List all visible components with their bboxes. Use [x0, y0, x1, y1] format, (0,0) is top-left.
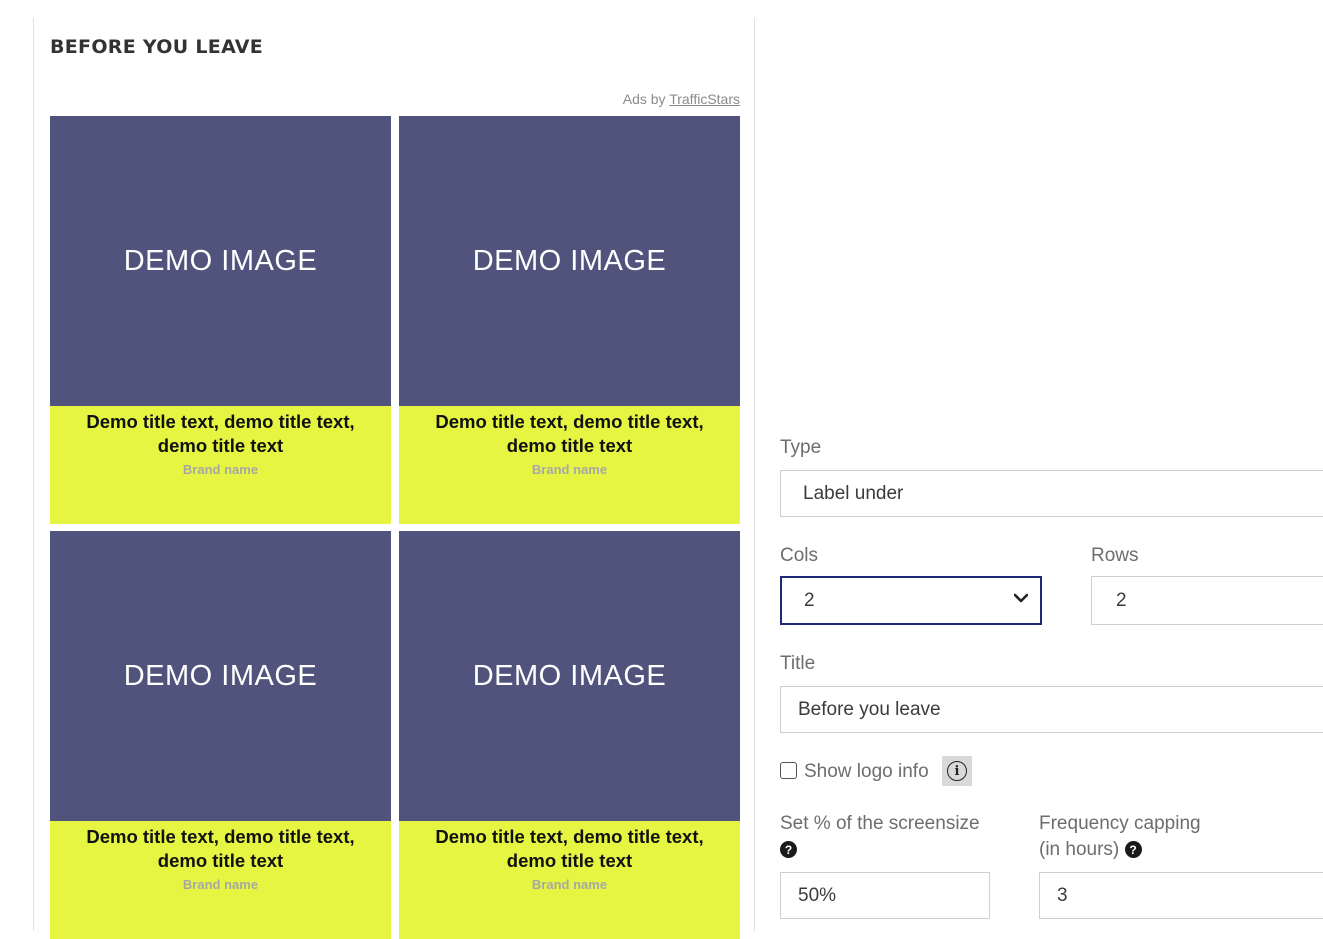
frequency-input[interactable]: 3: [1039, 872, 1323, 919]
ad-title: Demo title text, demo title text, demo ti…: [86, 826, 355, 871]
ad-title: Demo title text, demo title text, demo ti…: [86, 411, 355, 456]
frequency-label: Frequency capping: [1039, 813, 1201, 834]
type-label: Type: [780, 437, 822, 458]
ad-card[interactable]: DEMO IMAGE Demo title text, demo title t…: [399, 531, 740, 939]
screensize-label: Set % of the screensize: [780, 813, 980, 834]
ads-by-text: Ads by: [622, 91, 666, 107]
question-circle-icon[interactable]: ?: [1124, 841, 1142, 859]
ad-demo-image[interactable]: DEMO IMAGE: [50, 531, 391, 821]
ad-card[interactable]: DEMO IMAGE Demo title text, demo title t…: [50, 116, 391, 524]
ad-title: Demo title text, demo title text, demo ti…: [435, 411, 704, 456]
ad-brand-name: Brand name: [531, 877, 608, 892]
ads-by-label: Ads by TrafficStars: [623, 91, 740, 107]
ad-demo-image[interactable]: DEMO IMAGE: [399, 531, 740, 821]
frequency-label-unit: (in hours) ?: [1039, 839, 1142, 861]
ad-brand-name: Brand name: [182, 877, 259, 892]
rows-select[interactable]: 2: [1091, 576, 1323, 625]
ad-card[interactable]: DEMO IMAGE Demo title text, demo title t…: [399, 116, 740, 524]
title-input[interactable]: Before you leave: [780, 686, 1323, 733]
ad-brand-name: Brand name: [182, 462, 259, 477]
cols-label: Cols: [780, 545, 819, 566]
screensize-input[interactable]: 50%: [780, 872, 990, 919]
ad-demo-image[interactable]: DEMO IMAGE: [399, 116, 740, 406]
ad-card[interactable]: DEMO IMAGE Demo title text, demo title t…: [50, 531, 391, 939]
cols-select[interactable]: 2: [780, 576, 1042, 625]
chevron-down-icon: [1014, 593, 1028, 603]
type-select[interactable]: Label under: [780, 470, 1323, 517]
frequency-input-value: 3: [1057, 884, 1068, 906]
ad-demo-image[interactable]: DEMO IMAGE: [50, 116, 391, 406]
screensize-input-value: 50%: [798, 884, 837, 906]
trafficstars-link[interactable]: TrafficStars: [669, 91, 740, 107]
rows-label: Rows: [1091, 545, 1139, 566]
widget-preview: BEFORE YOU LEAVE Ads by TrafficStars DEM…: [33, 18, 755, 939]
widget-title: BEFORE YOU LEAVE: [50, 36, 264, 58]
ad-brand-name: Brand name: [531, 462, 608, 477]
title-label: Title: [780, 653, 816, 674]
info-circle-icon: i: [947, 761, 967, 781]
ad-title: Demo title text, demo title text, demo ti…: [435, 826, 704, 871]
rows-select-value: 2: [1116, 589, 1127, 611]
type-select-value: Label under: [803, 482, 904, 504]
show-logo-checkbox[interactable]: [780, 762, 797, 779]
show-logo-label: Show logo info: [804, 761, 929, 782]
cols-select-value: 2: [804, 589, 815, 611]
question-circle-icon[interactable]: ?: [780, 841, 797, 858]
title-input-value: Before you leave: [798, 698, 941, 720]
info-icon-button[interactable]: i: [942, 756, 972, 786]
